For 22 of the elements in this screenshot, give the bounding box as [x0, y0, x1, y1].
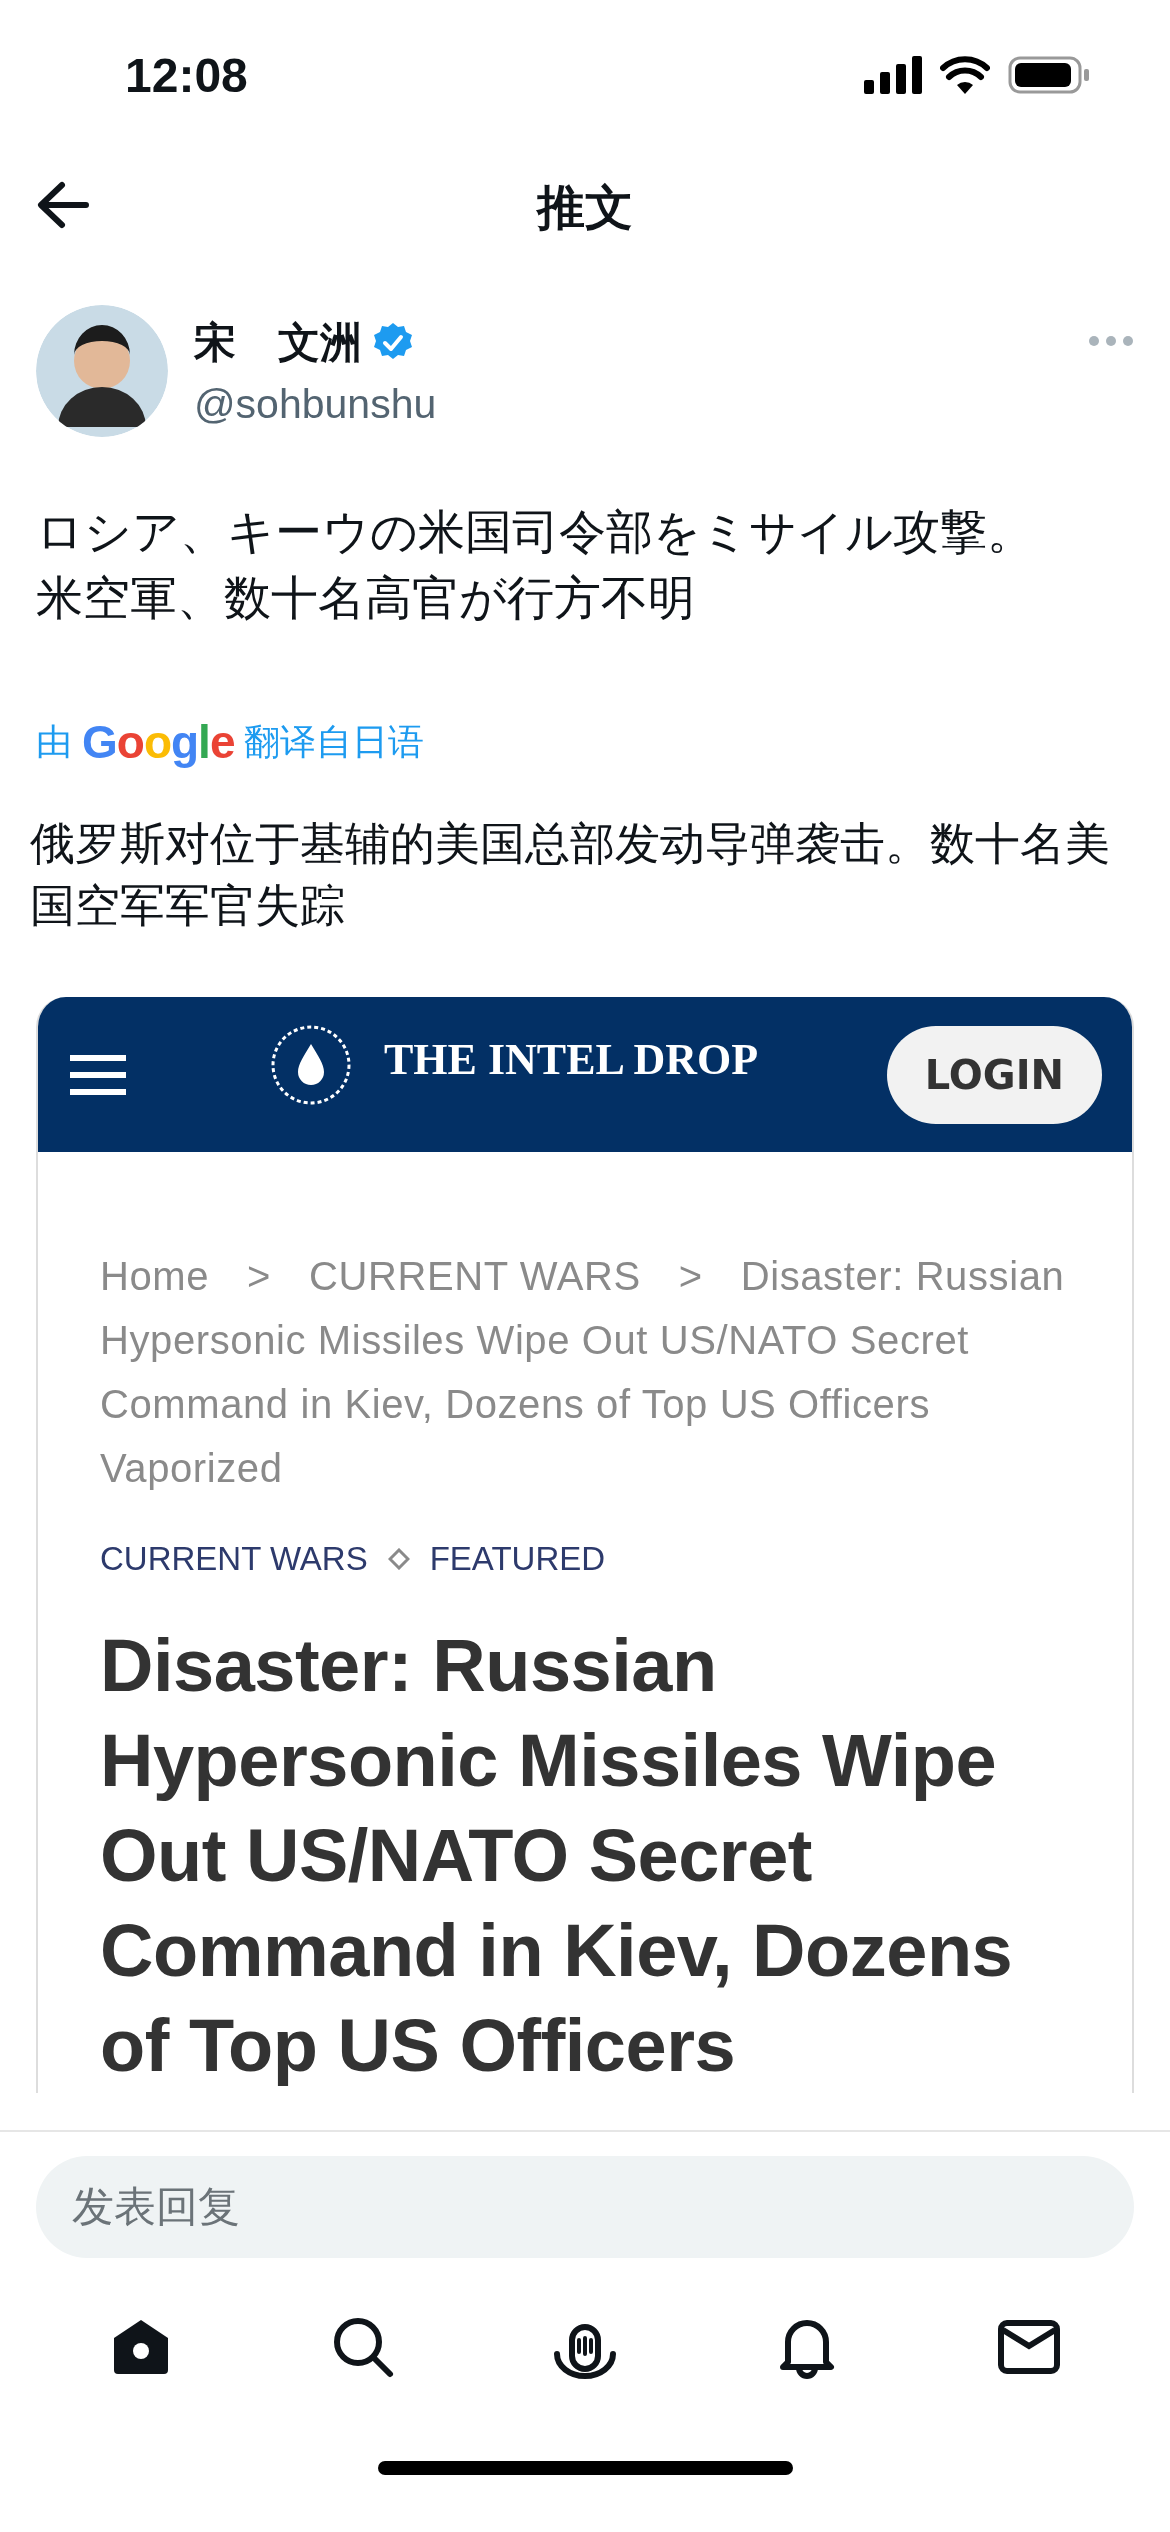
- breadcrumb: Home > CURRENT WARS > Disaster: Russian Hypersonic Missiles Wipe Out US/NATO Secret Command in Kiev, Dozens of Top US Officers Vaporized: [100, 1253, 1066, 1492]
- category-tag: FEATURED: [429, 1540, 606, 1578]
- login-button[interactable]: LOGIN: [886, 1025, 1102, 1124]
- diamond-icon: [387, 1548, 410, 1570]
- credit-prefix: 由: [36, 719, 72, 764]
- avatar[interactable]: [36, 305, 168, 437]
- battery-icon: [1008, 56, 1090, 94]
- signal-icon: [864, 56, 922, 94]
- translated-text: 俄罗斯对位于基辅的美国总部发动导弹袭击。数十名美国空军军官失踪: [30, 818, 1111, 932]
- page-title: 推文: [537, 179, 633, 236]
- site-title: THE INTEL DROP: [384, 1034, 760, 1085]
- wifi-icon: [940, 56, 990, 94]
- status-time: 12:08: [125, 47, 248, 103]
- category-tag: CURRENT WARS: [100, 1540, 368, 1578]
- back-icon[interactable]: [36, 180, 90, 230]
- google-logo: Google: [82, 715, 235, 769]
- reply-field[interactable]: 发表回复: [36, 2156, 1134, 2258]
- tweet-text: ロシア、キーウの米国司令部をミサイル攻撃。米空軍、数十名高官が行方不明: [36, 504, 1035, 626]
- author-name[interactable]: 宋 文洲: [194, 314, 362, 371]
- author-handle: @sohbunshu: [194, 380, 438, 428]
- menu-icon: [68, 1053, 128, 1096]
- article-headline: Disaster: Russian Hypersonic Missiles Wipe Out US/NATO Secret Command in Kiev, Dozens of Top US Officers: [100, 1623, 1014, 2089]
